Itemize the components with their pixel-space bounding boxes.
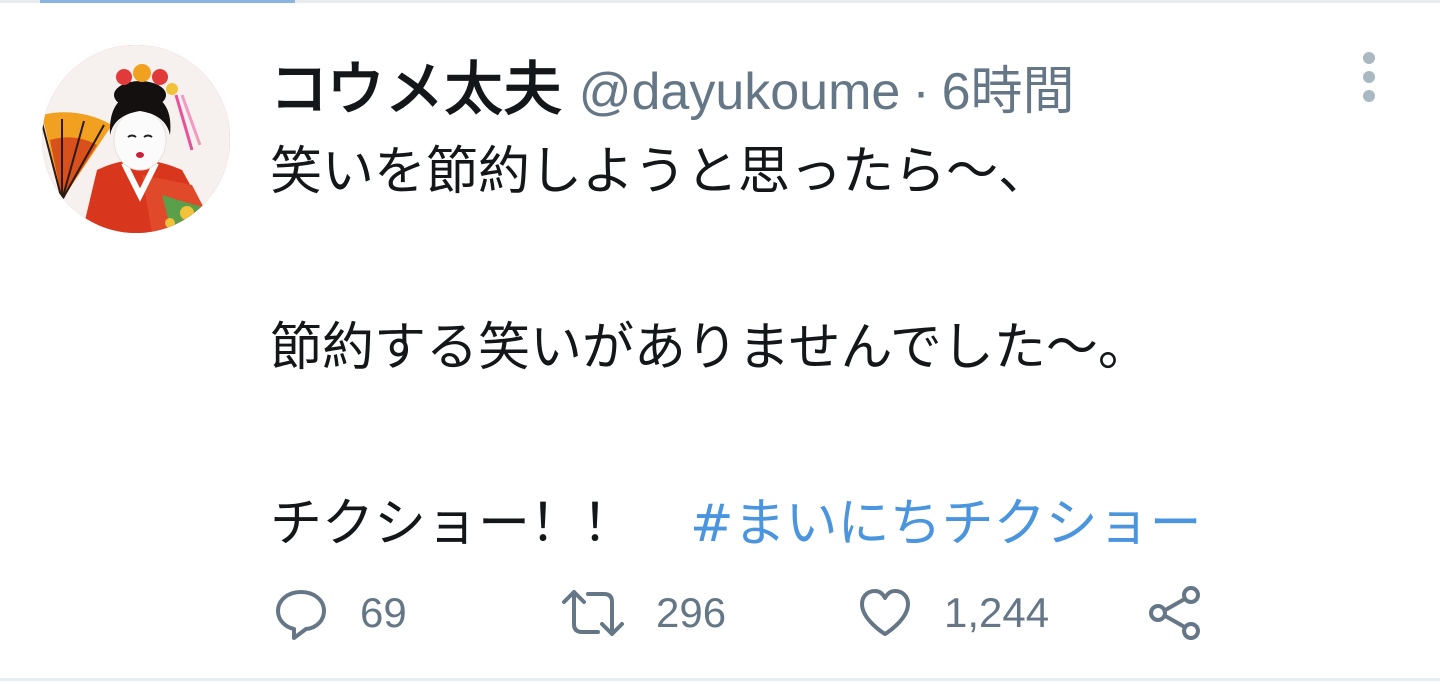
author-handle[interactable]: @dayukoume xyxy=(579,62,901,122)
tweet-line-1: 笑いを節約しようと思ったら〜、 xyxy=(270,142,1051,202)
reply-button[interactable]: 69 xyxy=(272,583,407,643)
timestamp[interactable]: 6時間 xyxy=(942,49,1075,124)
share-button[interactable] xyxy=(1146,583,1204,643)
more-vertical-icon[interactable] xyxy=(1352,52,1386,102)
more-dot xyxy=(1363,52,1375,64)
tweet-line-2: 節約する笑いがありませんでした〜。 xyxy=(270,318,1150,378)
tweet-line-3: チクショー！！ #まいにちチクショー xyxy=(270,480,1430,568)
tweet-body: 笑いを節約しようと思ったら〜、 節約する笑いがありませんでした〜。 チクショー！… xyxy=(270,128,1430,568)
avatar-image xyxy=(42,45,230,233)
author-name[interactable]: コウメ太夫 xyxy=(270,42,563,126)
more-dot xyxy=(1363,71,1375,83)
bottom-divider xyxy=(0,678,1440,681)
tweet-header: コウメ太夫 @dayukoume · 6時間 xyxy=(270,42,1075,124)
retweet-icon xyxy=(562,590,624,636)
retweet-button[interactable]: 296 xyxy=(560,583,726,643)
separator-dot: · xyxy=(912,63,930,121)
reply-count: 69 xyxy=(360,589,407,636)
heart-icon xyxy=(860,589,910,636)
like-button[interactable]: 1,244 xyxy=(856,583,1049,643)
avatar[interactable] xyxy=(42,45,230,233)
retweet-count: 296 xyxy=(656,589,727,636)
top-accent-bar xyxy=(40,0,295,3)
hashtag-link[interactable]: #まいにちチクショー xyxy=(690,494,1202,554)
share-icon xyxy=(1149,586,1200,640)
like-count: 1,244 xyxy=(944,589,1050,636)
reply-icon xyxy=(276,590,326,640)
more-dot xyxy=(1363,90,1375,102)
tweet-line-3-text: チクショー！！ xyxy=(270,494,635,554)
